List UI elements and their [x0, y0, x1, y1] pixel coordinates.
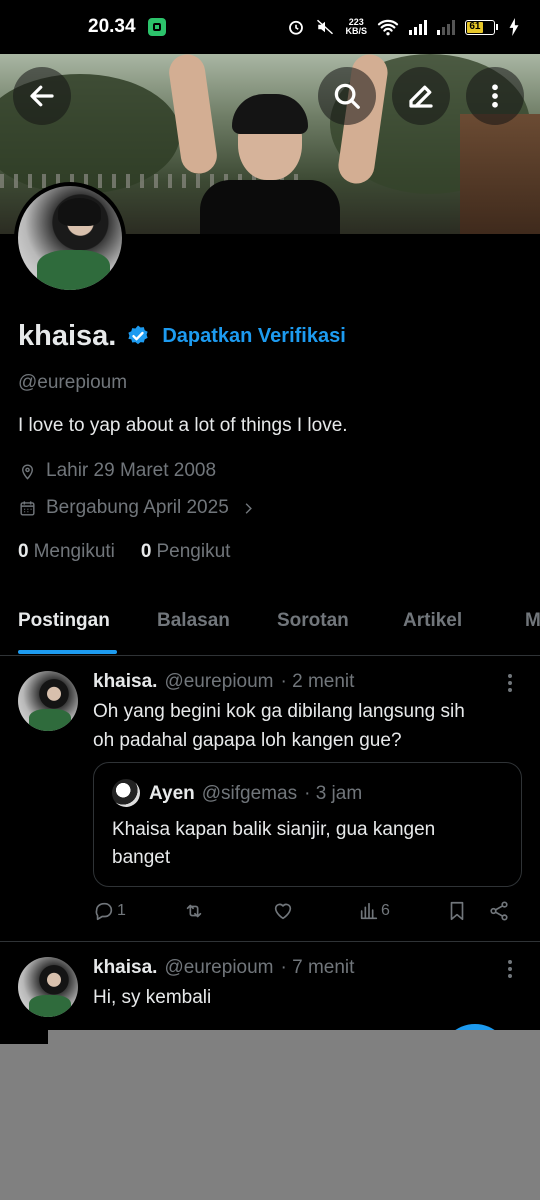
views-count: 6 [381, 902, 390, 919]
views-icon [360, 902, 378, 920]
profile-handle: @eurepioum [18, 372, 128, 393]
quote-handle: @sifgemas [201, 783, 298, 804]
birth-date: Lahir 29 Maret 2008 [46, 460, 217, 481]
post-handle: @eurepioum [164, 671, 274, 692]
gray-overlay [0, 1044, 540, 1200]
repost-icon [186, 904, 202, 918]
quoted-post[interactable]: Ayen @sifgemas · 3 jam Khaisa kapan bali… [93, 762, 522, 887]
verified-badge-icon[interactable] [126, 324, 150, 348]
status-bar: 20.34 223 KB/S 61 [0, 0, 540, 54]
followers-stat[interactable]: 0 Pengikut [141, 541, 231, 563]
more-vertical-icon [492, 84, 498, 108]
quote-text: Khaisa kapan balik sianjir, gua kangen b… [112, 816, 502, 872]
reply-count: 1 [117, 902, 126, 919]
following-label: Mengikuti [33, 541, 115, 562]
post-avatar[interactable] [18, 671, 78, 731]
post-divider [0, 941, 540, 942]
like-button[interactable] [272, 900, 294, 922]
post-more-button[interactable] [500, 671, 520, 695]
post-time: · 7 menit [280, 957, 355, 978]
share-button[interactable] [488, 900, 510, 922]
overlay-notch [0, 1030, 48, 1044]
bookmark-icon [450, 901, 464, 921]
network-speed: 223 KB/S [345, 18, 367, 36]
quote-header: Ayen @sifgemas · 3 jam [149, 783, 362, 805]
pencil-icon [409, 85, 433, 108]
share-icon [490, 901, 508, 921]
repost-button[interactable] [183, 900, 205, 922]
post-text-line: Oh yang begini kok ga dibilang langsung … [93, 701, 465, 722]
tab-replies[interactable]: Balasan [157, 610, 230, 632]
signal-icon [409, 19, 427, 35]
alarm-icon [289, 20, 304, 35]
calendar-icon [20, 500, 35, 516]
active-tab-indicator [18, 650, 117, 654]
quote-text-line: Khaisa kapan balik sianjir, gua kangen [112, 819, 436, 840]
tab-media[interactable]: M [525, 610, 540, 632]
profile-name: khaisa. [18, 319, 117, 352]
post-header: khaisa. @eurepioum · 2 menit [93, 671, 354, 693]
followers-label: Pengikut [156, 541, 231, 562]
name-row: khaisa. Dapatkan Verifikasi [18, 316, 346, 356]
post-actions: 1 6 [0, 900, 540, 930]
post-text: Hi, sy kembali [93, 983, 513, 1012]
post-text: Oh yang begini kok ga dibilang langsung … [93, 697, 513, 755]
post-author[interactable]: khaisa. [93, 671, 157, 693]
vpn-shield-icon [147, 18, 166, 36]
charging-icon [509, 18, 519, 36]
following-count: 0 [18, 541, 29, 562]
follow-stats: 0 Mengikuti 0 Pengikut [18, 541, 230, 563]
tab-highlights[interactable]: Sorotan [277, 610, 349, 632]
followers-count: 0 [140, 541, 152, 562]
post-handle: @eurepioum [164, 957, 274, 978]
post-avatar[interactable] [18, 957, 78, 1017]
quote-time: · 3 jam [304, 783, 363, 804]
tab-articles[interactable]: Artikel [403, 610, 462, 632]
chevron-right-icon [245, 502, 252, 514]
tab-posts[interactable]: Postingan [18, 610, 110, 632]
get-verified-link[interactable]: Dapatkan Verifikasi [162, 325, 345, 348]
back-button[interactable] [13, 67, 71, 125]
search-button[interactable] [318, 67, 376, 125]
quote-text-line: banget [112, 847, 171, 868]
profile-tabs: Postingan Balasan Sorotan Artikel M [0, 590, 540, 656]
mute-icon [317, 19, 334, 35]
joined-row[interactable]: Bergabung April 2025 [18, 497, 258, 519]
quote-avatar [112, 779, 140, 807]
network-speed-unit: KB/S [345, 26, 367, 36]
heart-icon [274, 903, 292, 920]
birth-row: Lahir 29 Maret 2008 [18, 460, 216, 482]
post-text-line: Hi, sy kembali [93, 987, 212, 1008]
reply-button[interactable]: 1 [93, 900, 126, 922]
battery-level: 61 [467, 21, 483, 33]
post-author[interactable]: khaisa. [93, 957, 157, 979]
post-more-button[interactable] [500, 957, 520, 981]
bookmark-button[interactable] [446, 900, 468, 922]
location-pin-icon [22, 464, 33, 480]
post-time: · 2 menit [280, 671, 355, 692]
post-text-line: oh padahal gapapa loh kangen gue? [93, 730, 402, 751]
more-options-button[interactable] [466, 67, 524, 125]
search-icon [334, 83, 360, 109]
profile-avatar[interactable] [14, 182, 126, 294]
reply-icon [95, 902, 113, 921]
status-icons: 223 KB/S 61 [287, 18, 520, 36]
battery-icon: 61 [465, 19, 498, 35]
following-stat[interactable]: 0 Mengikuti [18, 541, 115, 563]
profile-bio: I love to yap about a lot of things I lo… [18, 415, 348, 436]
status-time: 20.34 [88, 16, 136, 37]
wifi-icon [377, 19, 399, 36]
back-arrow-icon [30, 85, 54, 107]
quote-author: Ayen [149, 783, 195, 804]
post-header: khaisa. @eurepioum · 7 menit [93, 957, 354, 979]
views-button[interactable]: 6 [358, 900, 390, 922]
joined-date: Bergabung April 2025 [46, 497, 229, 518]
edit-profile-button[interactable] [392, 67, 450, 125]
overlay-edge [48, 1030, 540, 1044]
signal-2-icon [437, 19, 455, 35]
